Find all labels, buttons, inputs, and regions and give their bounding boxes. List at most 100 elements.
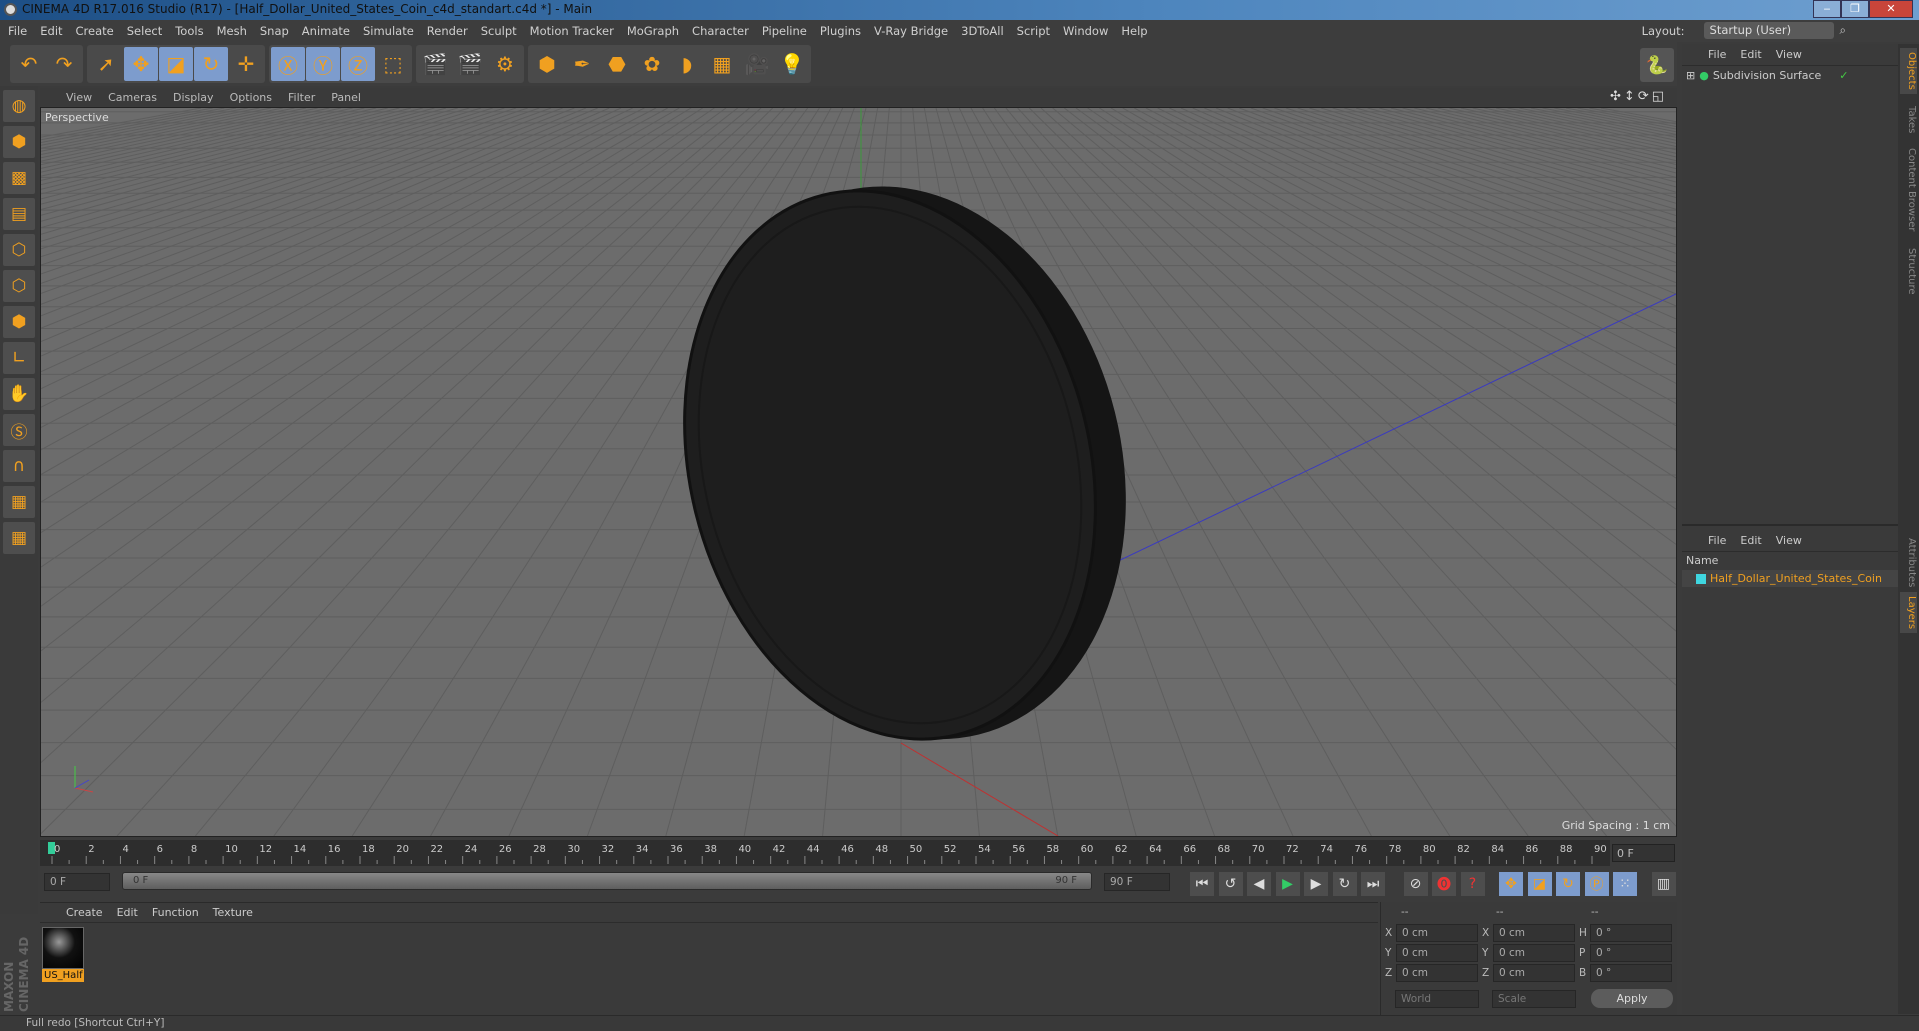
- camera-icon[interactable]: 🎥: [740, 47, 774, 81]
- coord-mode-dropdown[interactable]: World: [1395, 990, 1479, 1008]
- z-axis-icon[interactable]: Ⓩ: [341, 47, 375, 81]
- key-position-icon[interactable]: ✥: [1499, 872, 1523, 896]
- viewport-menu-options[interactable]: Options: [230, 91, 272, 104]
- go-start-icon[interactable]: ⏮: [1190, 872, 1214, 896]
- viewport-menu-filter[interactable]: Filter: [288, 91, 315, 104]
- python-icon[interactable]: 🐍: [1640, 48, 1674, 82]
- next-frame-icon[interactable]: ▶: [1304, 872, 1328, 896]
- restore-button[interactable]: ❐: [1841, 0, 1869, 18]
- layers-menu-file[interactable]: File: [1708, 534, 1726, 547]
- expand-icon[interactable]: ⊞: [1686, 69, 1695, 82]
- end-frame-field[interactable]: 90 F: [1104, 873, 1170, 891]
- current-frame-field[interactable]: 0 F: [1612, 844, 1675, 862]
- menu-edit[interactable]: Edit: [40, 24, 62, 38]
- texture-mode-icon[interactable]: ▩: [3, 162, 35, 194]
- render-view-icon[interactable]: 🎬: [418, 47, 452, 81]
- menu-tools[interactable]: Tools: [175, 24, 203, 38]
- redo-icon[interactable]: ↷: [47, 47, 81, 81]
- subdivision-icon[interactable]: ⬣: [600, 47, 634, 81]
- coord-field[interactable]: 0 cm: [1396, 924, 1478, 942]
- x-axis-icon[interactable]: Ⓧ: [271, 47, 305, 81]
- menu-snap[interactable]: Snap: [260, 24, 289, 38]
- material-swatch[interactable]: US_Half: [42, 927, 84, 987]
- prev-key-icon[interactable]: ↺: [1218, 872, 1243, 896]
- mograph-icon[interactable]: ✿: [635, 47, 669, 81]
- menu-create[interactable]: Create: [76, 24, 114, 38]
- undo-icon[interactable]: ↶: [12, 47, 46, 81]
- prev-frame-icon[interactable]: ◀: [1247, 872, 1271, 896]
- visibility-check-icon[interactable]: ✓: [1839, 69, 1848, 82]
- coord-field[interactable]: 0 cm: [1396, 964, 1478, 982]
- pen-icon[interactable]: ✒: [565, 47, 599, 81]
- transform-icon[interactable]: ✛: [229, 47, 263, 81]
- menu-sculpt[interactable]: Sculpt: [481, 24, 517, 38]
- side-tab-content-browser[interactable]: Content Browser: [1900, 144, 1917, 235]
- side-tab-takes[interactable]: Takes: [1900, 102, 1917, 137]
- polygons-mode-icon[interactable]: ⬢: [3, 306, 35, 338]
- key-rotation-icon[interactable]: ↻: [1556, 872, 1580, 896]
- orbit-icon[interactable]: ⟳: [1638, 89, 1649, 104]
- layer-color-swatch[interactable]: [1696, 573, 1706, 584]
- maximize-view-icon[interactable]: ◱: [1652, 89, 1664, 104]
- viewport-menu-cameras[interactable]: Cameras: [108, 91, 157, 104]
- material-menu-create[interactable]: Create: [66, 906, 103, 919]
- menu-character[interactable]: Character: [692, 24, 749, 38]
- side-tab-structure[interactable]: Structure: [1900, 244, 1917, 299]
- viewport-menu-view[interactable]: View: [66, 91, 92, 104]
- menu-animate[interactable]: Animate: [302, 24, 350, 38]
- coord-field[interactable]: 0 °: [1590, 944, 1672, 962]
- autokey-icon[interactable]: ⓿: [1432, 872, 1456, 896]
- timeline-ruler[interactable]: 0 2 4 6 8 10 12 14 16 18 20 22 24 26 28 30 32 34 36 38 40 42 4…: [40, 840, 1610, 866]
- menu-pipeline[interactable]: Pipeline: [762, 24, 807, 38]
- lock-grid-icon[interactable]: ▦: [3, 486, 35, 518]
- menu-3dtoall[interactable]: 3DToAll: [961, 24, 1004, 38]
- render-settings-icon[interactable]: ⚙: [488, 47, 522, 81]
- y-axis-icon[interactable]: Ⓨ: [306, 47, 340, 81]
- viewport-menu-panel[interactable]: Panel: [331, 91, 361, 104]
- layout-dropdown[interactable]: Startup (User): [1703, 22, 1834, 39]
- go-end-icon[interactable]: ⏭: [1361, 872, 1385, 896]
- close-button[interactable]: ✕: [1869, 0, 1913, 18]
- key-pla-icon[interactable]: ⁙: [1613, 872, 1637, 896]
- light-icon[interactable]: 💡: [775, 47, 809, 81]
- move-icon[interactable]: ✥: [124, 47, 158, 81]
- coord-field[interactable]: 0 °: [1590, 924, 1672, 942]
- edges-mode-icon[interactable]: ⬡: [3, 270, 35, 302]
- make-editable-icon[interactable]: ◍: [3, 90, 35, 122]
- pan-icon[interactable]: ✣: [1610, 89, 1621, 104]
- material-menu-function[interactable]: Function: [152, 906, 199, 919]
- objects-menu-edit[interactable]: Edit: [1740, 48, 1761, 61]
- dolly-icon[interactable]: ↕: [1624, 89, 1635, 104]
- menu-script[interactable]: Script: [1017, 24, 1050, 38]
- menu-plugins[interactable]: Plugins: [820, 24, 861, 38]
- menu-v-ray-bridge[interactable]: V-Ray Bridge: [874, 24, 948, 38]
- next-key-icon[interactable]: ↻: [1332, 872, 1357, 896]
- menu-mesh[interactable]: Mesh: [217, 24, 247, 38]
- coord-field[interactable]: 0 cm: [1493, 964, 1575, 982]
- snap-icon[interactable]: Ⓢ: [3, 414, 35, 446]
- start-frame-field[interactable]: 0 F: [44, 873, 110, 891]
- deformer-icon[interactable]: ◗: [670, 47, 704, 81]
- coord-field[interactable]: 0 cm: [1493, 944, 1575, 962]
- apply-button[interactable]: Apply: [1591, 989, 1673, 1008]
- menu-motion-tracker[interactable]: Motion Tracker: [530, 24, 614, 38]
- coord-field[interactable]: 0 cm: [1396, 944, 1478, 962]
- viewport[interactable]: Perspective Grid Spacing : 1 cm: [40, 107, 1677, 837]
- floor-icon[interactable]: ▦: [705, 47, 739, 81]
- side-tab-layers[interactable]: Layers: [1900, 592, 1917, 634]
- menu-help[interactable]: Help: [1121, 24, 1147, 38]
- objects-menu-view[interactable]: View: [1776, 48, 1802, 61]
- model-mode-icon[interactable]: ⬢: [3, 126, 35, 158]
- size-mode-dropdown[interactable]: Scale: [1492, 990, 1576, 1008]
- coord-field[interactable]: 0 cm: [1493, 924, 1575, 942]
- side-tab-attributes[interactable]: Attributes: [1900, 534, 1917, 591]
- workplane-icon[interactable]: ▤: [3, 198, 35, 230]
- side-tab-objects[interactable]: Objects: [1900, 48, 1917, 94]
- layers-menu-view[interactable]: View: [1776, 534, 1802, 547]
- keyframe-selection-icon[interactable]: ?: [1460, 872, 1485, 896]
- magnet-icon[interactable]: ∩: [3, 450, 35, 482]
- frame-range-slider[interactable]: 0 F 90 F: [122, 872, 1092, 890]
- objects-menu-file[interactable]: File: [1708, 48, 1726, 61]
- record-keys-icon[interactable]: ⊘: [1403, 872, 1428, 896]
- select-icon[interactable]: ➚: [89, 47, 123, 81]
